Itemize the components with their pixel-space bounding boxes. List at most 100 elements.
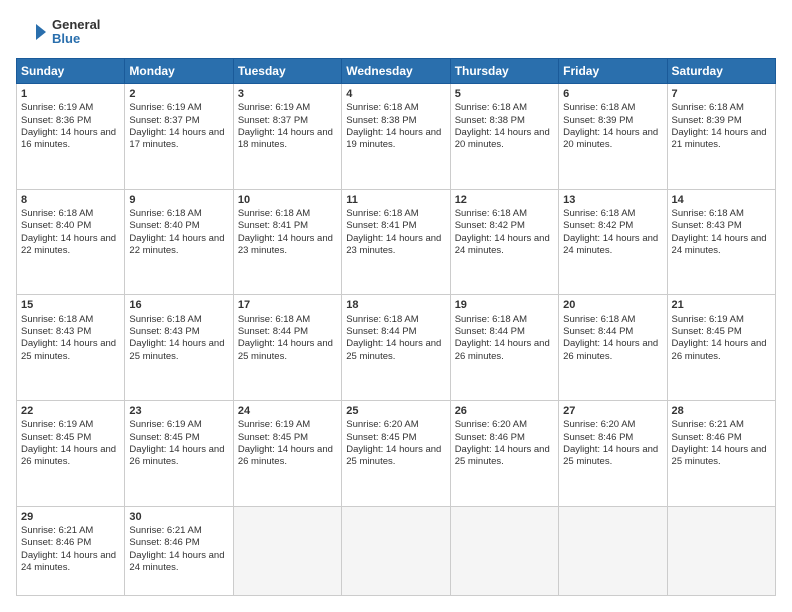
daylight-text: Daylight: 14 hours and 20 minutes. (563, 127, 658, 150)
sunset-text: Sunset: 8:37 PM (238, 115, 308, 126)
daylight-text: Daylight: 14 hours and 19 minutes. (346, 127, 441, 150)
calendar-header-tuesday: Tuesday (233, 59, 341, 84)
sunrise-text: Sunrise: 6:18 AM (238, 208, 310, 219)
calendar-table: SundayMondayTuesdayWednesdayThursdayFrid… (16, 58, 776, 596)
day-number: 19 (455, 298, 554, 312)
daylight-text: Daylight: 14 hours and 24 minutes. (129, 550, 224, 573)
calendar-day-cell: 22 Sunrise: 6:19 AM Sunset: 8:45 PM Dayl… (17, 401, 125, 507)
day-number: 27 (563, 404, 662, 418)
sunrise-text: Sunrise: 6:18 AM (672, 102, 744, 113)
sunrise-text: Sunrise: 6:19 AM (238, 419, 310, 430)
sunset-text: Sunset: 8:46 PM (563, 432, 633, 443)
sunset-text: Sunset: 8:37 PM (129, 115, 199, 126)
sunrise-text: Sunrise: 6:18 AM (129, 314, 201, 325)
sunrise-text: Sunrise: 6:19 AM (129, 419, 201, 430)
calendar-header-thursday: Thursday (450, 59, 558, 84)
daylight-text: Daylight: 14 hours and 26 minutes. (563, 338, 658, 361)
calendar-week-row: 1 Sunrise: 6:19 AM Sunset: 8:36 PM Dayli… (17, 84, 776, 190)
daylight-text: Daylight: 14 hours and 16 minutes. (21, 127, 116, 150)
sunset-text: Sunset: 8:36 PM (21, 115, 91, 126)
sunrise-text: Sunrise: 6:21 AM (672, 419, 744, 430)
sunrise-text: Sunrise: 6:18 AM (563, 102, 635, 113)
calendar-week-row: 8 Sunrise: 6:18 AM Sunset: 8:40 PM Dayli… (17, 189, 776, 295)
calendar-day-cell: 25 Sunrise: 6:20 AM Sunset: 8:45 PM Dayl… (342, 401, 450, 507)
sunrise-text: Sunrise: 6:18 AM (455, 208, 527, 219)
day-number: 6 (563, 87, 662, 101)
sunrise-text: Sunrise: 6:18 AM (563, 314, 635, 325)
calendar-header-saturday: Saturday (667, 59, 775, 84)
sunrise-text: Sunrise: 6:20 AM (563, 419, 635, 430)
sunset-text: Sunset: 8:41 PM (346, 220, 416, 231)
calendar-day-cell: 11 Sunrise: 6:18 AM Sunset: 8:41 PM Dayl… (342, 189, 450, 295)
calendar-day-cell: 29 Sunrise: 6:21 AM Sunset: 8:46 PM Dayl… (17, 506, 125, 595)
day-number: 21 (672, 298, 771, 312)
calendar-header-row: SundayMondayTuesdayWednesdayThursdayFrid… (17, 59, 776, 84)
sunrise-text: Sunrise: 6:18 AM (346, 314, 418, 325)
calendar-day-cell: 16 Sunrise: 6:18 AM Sunset: 8:43 PM Dayl… (125, 295, 233, 401)
sunset-text: Sunset: 8:46 PM (21, 537, 91, 548)
sunset-text: Sunset: 8:43 PM (21, 326, 91, 337)
daylight-text: Daylight: 14 hours and 25 minutes. (21, 338, 116, 361)
daylight-text: Daylight: 14 hours and 18 minutes. (238, 127, 333, 150)
calendar-day-cell (233, 506, 341, 595)
calendar-day-cell: 12 Sunrise: 6:18 AM Sunset: 8:42 PM Dayl… (450, 189, 558, 295)
calendar-day-cell (342, 506, 450, 595)
calendar-day-cell: 20 Sunrise: 6:18 AM Sunset: 8:44 PM Dayl… (559, 295, 667, 401)
daylight-text: Daylight: 14 hours and 26 minutes. (238, 444, 333, 467)
calendar-day-cell: 9 Sunrise: 6:18 AM Sunset: 8:40 PM Dayli… (125, 189, 233, 295)
day-number: 23 (129, 404, 228, 418)
sunrise-text: Sunrise: 6:19 AM (238, 102, 310, 113)
calendar-week-row: 22 Sunrise: 6:19 AM Sunset: 8:45 PM Dayl… (17, 401, 776, 507)
sunset-text: Sunset: 8:38 PM (346, 115, 416, 126)
sunrise-text: Sunrise: 6:21 AM (129, 525, 201, 536)
daylight-text: Daylight: 14 hours and 26 minutes. (672, 338, 767, 361)
sunset-text: Sunset: 8:43 PM (129, 326, 199, 337)
calendar-day-cell: 30 Sunrise: 6:21 AM Sunset: 8:46 PM Dayl… (125, 506, 233, 595)
day-number: 26 (455, 404, 554, 418)
daylight-text: Daylight: 14 hours and 23 minutes. (238, 233, 333, 256)
calendar-day-cell: 28 Sunrise: 6:21 AM Sunset: 8:46 PM Dayl… (667, 401, 775, 507)
calendar-week-row: 15 Sunrise: 6:18 AM Sunset: 8:43 PM Dayl… (17, 295, 776, 401)
day-number: 20 (563, 298, 662, 312)
page: General Blue SundayMondayTuesdayWednesda… (0, 0, 792, 612)
daylight-text: Daylight: 14 hours and 26 minutes. (21, 444, 116, 467)
daylight-text: Daylight: 14 hours and 25 minutes. (238, 338, 333, 361)
sunset-text: Sunset: 8:40 PM (129, 220, 199, 231)
daylight-text: Daylight: 14 hours and 25 minutes. (346, 444, 441, 467)
daylight-text: Daylight: 14 hours and 17 minutes. (129, 127, 224, 150)
calendar-header-sunday: Sunday (17, 59, 125, 84)
day-number: 15 (21, 298, 120, 312)
sunset-text: Sunset: 8:45 PM (21, 432, 91, 443)
sunset-text: Sunset: 8:45 PM (672, 326, 742, 337)
sunset-text: Sunset: 8:46 PM (129, 537, 199, 548)
calendar-day-cell: 3 Sunrise: 6:19 AM Sunset: 8:37 PM Dayli… (233, 84, 341, 190)
daylight-text: Daylight: 14 hours and 25 minutes. (672, 444, 767, 467)
sunset-text: Sunset: 8:42 PM (455, 220, 525, 231)
sunset-text: Sunset: 8:42 PM (563, 220, 633, 231)
sunrise-text: Sunrise: 6:19 AM (672, 314, 744, 325)
logo: General Blue (16, 16, 100, 48)
sunset-text: Sunset: 8:45 PM (238, 432, 308, 443)
calendar-day-cell: 17 Sunrise: 6:18 AM Sunset: 8:44 PM Dayl… (233, 295, 341, 401)
day-number: 29 (21, 510, 120, 524)
day-number: 16 (129, 298, 228, 312)
calendar-day-cell: 15 Sunrise: 6:18 AM Sunset: 8:43 PM Dayl… (17, 295, 125, 401)
daylight-text: Daylight: 14 hours and 26 minutes. (129, 444, 224, 467)
calendar-day-cell: 26 Sunrise: 6:20 AM Sunset: 8:46 PM Dayl… (450, 401, 558, 507)
day-number: 24 (238, 404, 337, 418)
day-number: 17 (238, 298, 337, 312)
day-number: 12 (455, 193, 554, 207)
daylight-text: Daylight: 14 hours and 25 minutes. (346, 338, 441, 361)
sunset-text: Sunset: 8:44 PM (563, 326, 633, 337)
daylight-text: Daylight: 14 hours and 24 minutes. (563, 233, 658, 256)
sunrise-text: Sunrise: 6:20 AM (455, 419, 527, 430)
sunset-text: Sunset: 8:41 PM (238, 220, 308, 231)
day-number: 13 (563, 193, 662, 207)
sunrise-text: Sunrise: 6:20 AM (346, 419, 418, 430)
sunrise-text: Sunrise: 6:18 AM (346, 208, 418, 219)
sunset-text: Sunset: 8:45 PM (129, 432, 199, 443)
calendar-day-cell: 18 Sunrise: 6:18 AM Sunset: 8:44 PM Dayl… (342, 295, 450, 401)
day-number: 1 (21, 87, 120, 101)
day-number: 10 (238, 193, 337, 207)
calendar-day-cell (667, 506, 775, 595)
